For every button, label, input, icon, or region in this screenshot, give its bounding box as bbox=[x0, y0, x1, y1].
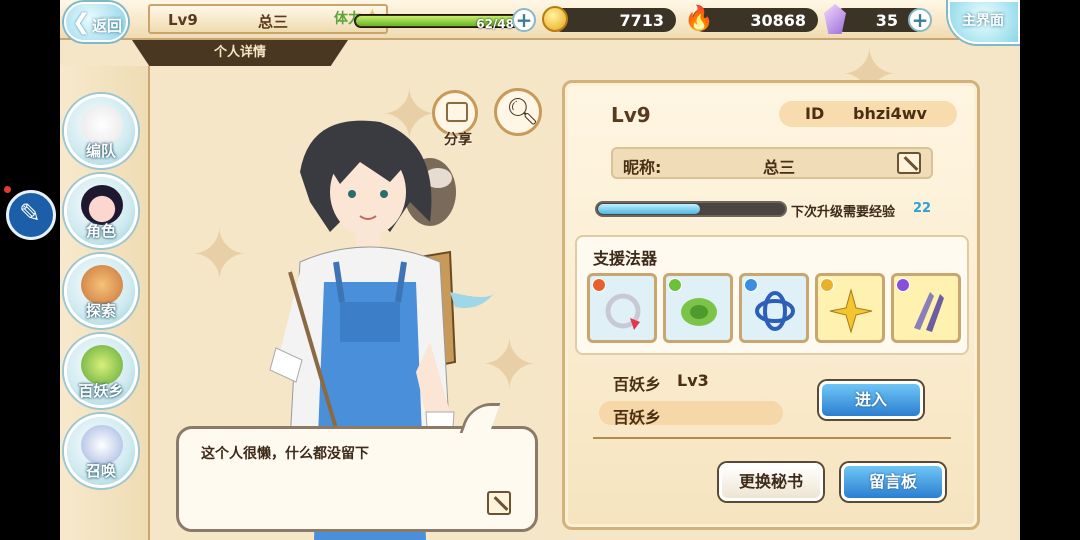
notification-dot bbox=[4, 186, 11, 193]
nav-team-label: 编队 bbox=[85, 142, 116, 160]
share-button[interactable]: 分享 bbox=[432, 90, 478, 148]
game-screen: ✦ ✦ ✦ ✦ Lv9 总三 ✦ 体力 62/48 + 7713 🔥 30868… bbox=[60, 0, 1020, 540]
leaf-charm-icon bbox=[681, 298, 717, 326]
experience-bar-fill bbox=[598, 204, 701, 214]
magnifier-icon: 🔍︎ bbox=[506, 97, 540, 127]
player-id-plate: ID bhzi4wv bbox=[779, 101, 957, 127]
back-arrow-icon: ❮ bbox=[72, 10, 91, 35]
player-name: 总三 bbox=[258, 13, 289, 31]
support-slot[interactable] bbox=[891, 273, 961, 343]
crystal-gem-icon bbox=[824, 4, 846, 34]
page-title: 个人详情 bbox=[132, 40, 348, 66]
profile-message-bubble: 这个人很懒，什么都没留下 bbox=[176, 403, 538, 532]
id-value: bhzi4wv bbox=[853, 104, 927, 123]
change-secretary-button[interactable]: 更换秘书 bbox=[719, 463, 823, 501]
nickname-field: 昵称: 总三 bbox=[611, 147, 933, 179]
gem-value: 35 bbox=[875, 11, 898, 30]
spirit-value: 30868 bbox=[750, 11, 806, 30]
gold-counter: 7713 bbox=[542, 6, 676, 32]
nav-character-button[interactable]: 角色 bbox=[64, 174, 138, 248]
nickname-label: 昵称: bbox=[623, 158, 662, 177]
support-slot[interactable] bbox=[663, 273, 733, 343]
gold-value: 7713 bbox=[619, 11, 664, 30]
village-plate-label: 百妖乡 bbox=[613, 408, 662, 427]
support-slot[interactable] bbox=[815, 273, 885, 343]
profile-level: Lv9 bbox=[611, 103, 651, 127]
village-name: 百妖乡 bbox=[613, 375, 662, 394]
village-level: Lv3 bbox=[677, 371, 709, 390]
edit-message-icon[interactable] bbox=[487, 491, 511, 515]
edit-nickname-icon[interactable] bbox=[897, 152, 921, 174]
experience-needed-value: 22 bbox=[913, 201, 932, 216]
spirit-counter: 🔥 30868 bbox=[684, 4, 818, 32]
stamina-value: 62/48 bbox=[476, 17, 514, 31]
stamina-meter: 体力 62/48 bbox=[332, 6, 532, 31]
enter-village-button[interactable]: 进入 bbox=[819, 381, 923, 419]
bracelet-icon bbox=[605, 293, 641, 330]
village-name-plate: 百妖乡 bbox=[599, 401, 783, 427]
profile-message-text: 这个人很懒，什么都没留下 bbox=[201, 446, 369, 462]
add-gems-button[interactable]: + bbox=[908, 8, 932, 32]
player-level: Lv9 bbox=[168, 11, 198, 29]
nav-summon-label: 召唤 bbox=[85, 462, 116, 480]
nav-explore-label: 探索 bbox=[85, 302, 116, 320]
character-portrait-icon bbox=[81, 185, 123, 225]
zoom-inspect-button[interactable]: 🔍︎ bbox=[494, 88, 542, 136]
support-slot[interactable] bbox=[587, 273, 657, 343]
blue-ribbon-icon bbox=[755, 291, 795, 331]
message-board-button[interactable]: 留言板 bbox=[841, 463, 945, 501]
id-label: ID bbox=[805, 104, 825, 123]
support-artifacts-title: 支援法器 bbox=[593, 249, 658, 268]
experience-bar bbox=[595, 201, 787, 217]
golden-lily-icon bbox=[829, 288, 873, 334]
profile-panel: Lv9 ID bhzi4wv 昵称: 总三 下次升级需要经验 22 支援法器 百… bbox=[562, 80, 980, 530]
back-label: 返回 bbox=[92, 17, 123, 35]
purple-blades-icon bbox=[914, 292, 944, 332]
blue-flame-icon: 🔥 bbox=[684, 4, 714, 32]
brush-icon: ✎ bbox=[19, 199, 41, 229]
nav-explore-button[interactable]: 探索 bbox=[64, 254, 138, 328]
top-bar: Lv9 总三 ✦ 体力 62/48 + 7713 🔥 30868 35 + bbox=[60, 0, 1020, 40]
nav-team-button[interactable]: 编队 bbox=[64, 94, 138, 168]
experience-text: 下次升级需要经验 bbox=[791, 205, 896, 220]
add-stamina-button[interactable]: + bbox=[512, 8, 536, 32]
nickname-value: 总三 bbox=[763, 158, 796, 177]
summon-swirl-icon bbox=[81, 425, 123, 465]
support-artifacts-section: 支援法器 bbox=[575, 235, 969, 355]
page-title-text: 个人详情 bbox=[213, 45, 266, 60]
support-slot[interactable] bbox=[739, 273, 809, 343]
nav-village-label: 百妖乡 bbox=[78, 382, 124, 400]
section-divider bbox=[593, 437, 951, 439]
nav-summon-button[interactable]: 召唤 bbox=[64, 414, 138, 488]
home-label: 主界面 bbox=[962, 13, 1004, 29]
floating-assistant-button[interactable]: ✎ bbox=[6, 190, 56, 240]
nav-village-button[interactable]: 百妖乡 bbox=[64, 334, 138, 408]
home-button[interactable]: 主界面 bbox=[948, 0, 1020, 44]
back-button[interactable]: ❮ 返回 bbox=[64, 2, 128, 42]
ghost-team-icon bbox=[81, 105, 123, 145]
share-label: 分享 bbox=[444, 132, 472, 148]
side-navigation: 编队 角色 探索 百妖乡 召唤 bbox=[60, 66, 150, 540]
nav-character-label: 角色 bbox=[85, 222, 116, 240]
gold-coin-icon bbox=[542, 6, 568, 32]
explore-tools-icon bbox=[81, 265, 123, 305]
share-icon bbox=[446, 102, 468, 122]
village-icon bbox=[81, 345, 123, 385]
